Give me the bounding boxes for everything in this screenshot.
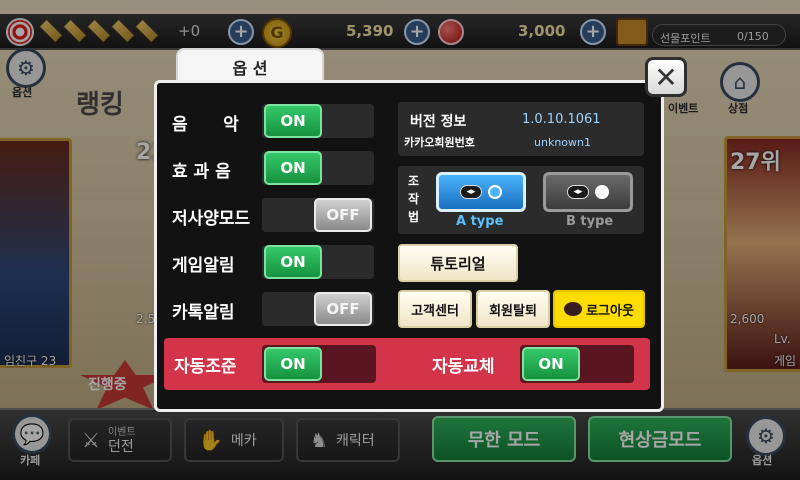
music-toggle[interactable]: ON <box>264 104 322 138</box>
customer-center-button[interactable]: 고객센터 <box>398 290 472 328</box>
auto-aim-label: 자동조준 <box>174 357 237 377</box>
tutorial-button[interactable]: 튜토리얼 <box>398 244 518 282</box>
auto-swap-label: 자동교체 <box>432 357 495 377</box>
option-row-low-spec-mode: 저사양모드 OFF <box>164 196 376 234</box>
option-row-game-notifications: 게임알림 ON <box>164 243 376 281</box>
sound-effects-toggle[interactable]: ON <box>264 151 322 185</box>
kakao-member-label: 카카오회원번호 <box>404 136 475 149</box>
close-button[interactable]: ✕ <box>645 57 687 97</box>
dpad-icon: ◂▸ <box>567 185 589 199</box>
game-notifications-toggle[interactable]: ON <box>264 245 322 279</box>
kakaotalk-notifications-label: 카톡알림 <box>172 303 235 323</box>
action-button-icon <box>595 185 609 199</box>
dialog-title-tab: 옵 션 <box>176 48 324 84</box>
option-row-music: 음 악 ON <box>164 102 376 140</box>
dpad-icon: ◂▸ <box>460 185 482 199</box>
kakaotalk-bubble-icon <box>564 302 583 316</box>
action-button-icon <box>488 185 502 199</box>
logout-button[interactable]: 로그아웃 <box>553 290 645 328</box>
option-row-kakaotalk-notifications: 카톡알림 OFF <box>164 290 376 328</box>
kakao-member-value: unknown1 <box>534 136 591 149</box>
auto-aim-toggle[interactable]: ON <box>264 347 322 381</box>
control-type-a-button[interactable]: ◂▸ <box>436 172 526 212</box>
game-notifications-label: 게임알림 <box>172 256 235 276</box>
kakaotalk-notifications-toggle[interactable]: OFF <box>314 292 372 326</box>
music-label: 음 악 <box>172 115 239 135</box>
sound-effects-label: 효 과 음 <box>172 162 231 182</box>
option-row-sound-effects: 효 과 음 ON <box>164 149 376 187</box>
control-type-b-button[interactable]: ◂▸ <box>543 172 633 212</box>
logout-label: 로그아웃 <box>586 303 634 319</box>
type-a-caption: A type <box>456 214 504 229</box>
low-spec-mode-label: 저사양모드 <box>172 209 251 229</box>
withdraw-membership-button[interactable]: 회원탈퇴 <box>476 290 550 328</box>
version-label: 버전 정보 <box>410 114 467 130</box>
low-spec-mode-toggle[interactable]: OFF <box>314 198 372 232</box>
control-type-label: 조작법 <box>408 174 420 224</box>
type-b-caption: B type <box>566 214 614 229</box>
version-value: 1.0.10.1061 <box>522 112 601 127</box>
auto-swap-toggle[interactable]: ON <box>522 347 580 381</box>
